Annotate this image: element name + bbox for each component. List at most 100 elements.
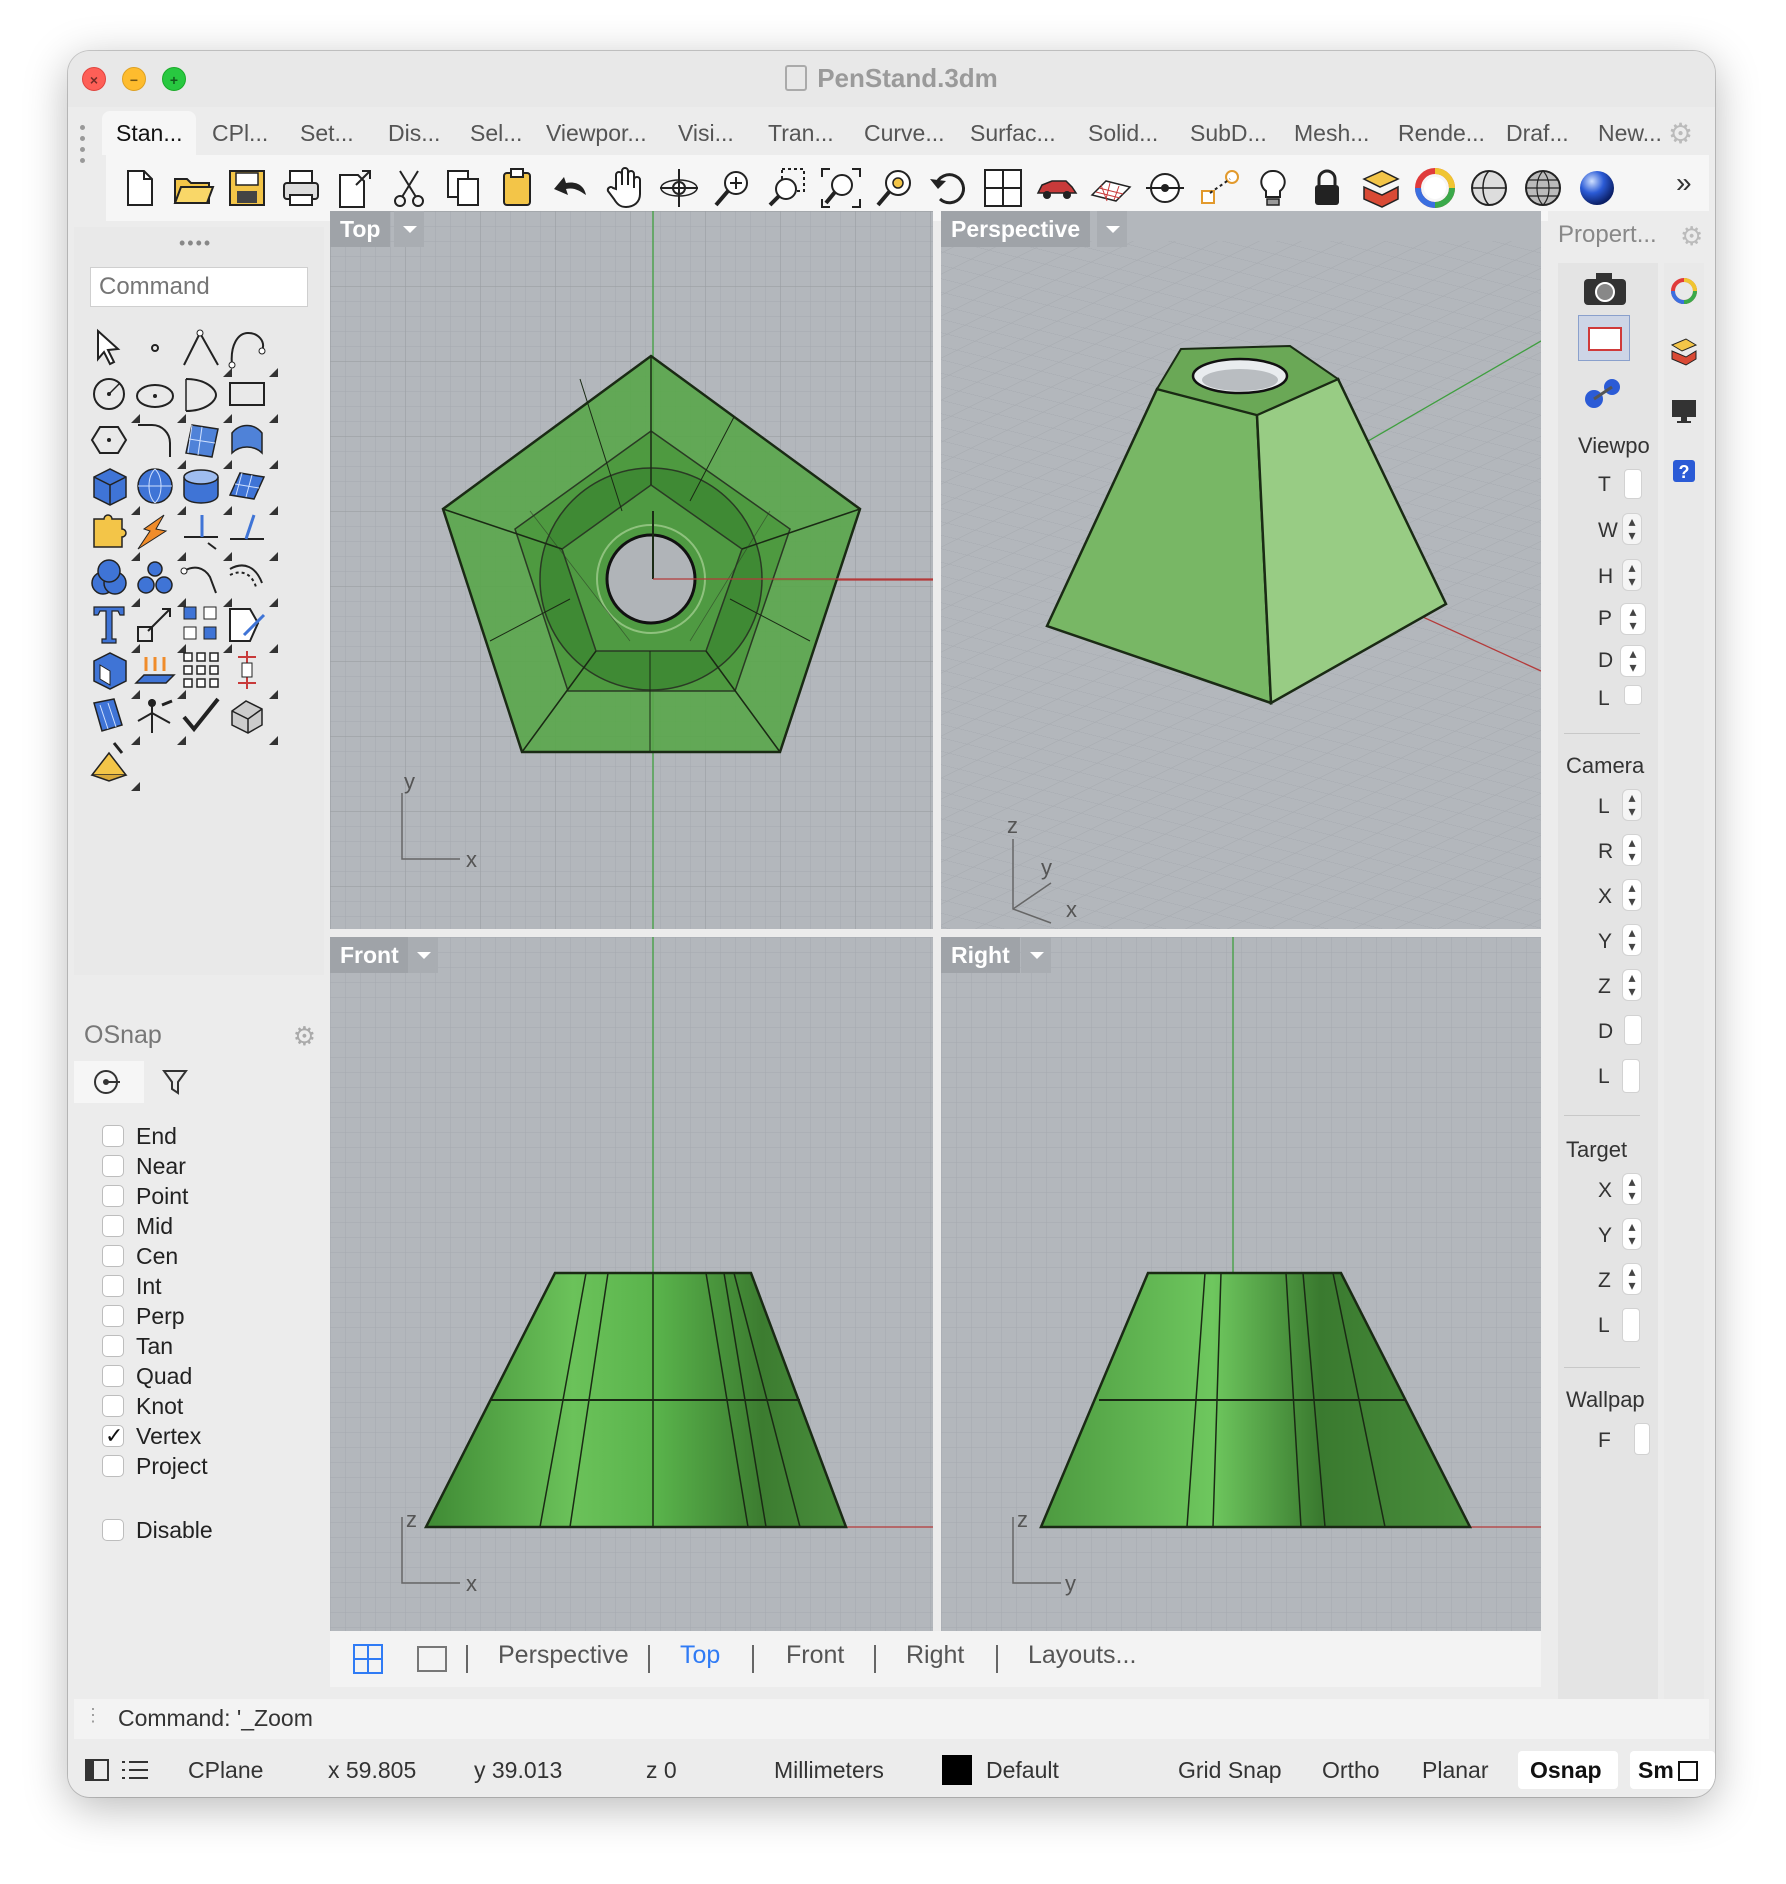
pan-hand-icon[interactable]	[602, 165, 648, 211]
grid-snap-toggle[interactable]: Grid Snap	[1178, 1757, 1282, 1784]
polygon-icon[interactable]	[86, 417, 132, 463]
fillet-icon[interactable]	[132, 417, 186, 469]
tab-cplanes[interactable]: CPl...	[212, 111, 268, 155]
polyline-icon[interactable]	[178, 325, 232, 377]
tab-subd-tools[interactable]: SubD...	[1190, 111, 1267, 155]
help-icon[interactable]: ?	[1668, 455, 1700, 487]
status-layer[interactable]: Default	[986, 1757, 1059, 1784]
plane-surface-icon[interactable]	[224, 463, 278, 515]
viewport-width-stepper[interactable]: ▴ ▾	[1622, 513, 1642, 545]
offset-icon[interactable]	[224, 555, 278, 607]
viewport-tab-perspective[interactable]: Perspective	[498, 1641, 629, 1670]
tab-transform[interactable]: Tran...	[768, 111, 834, 155]
camera-location-button[interactable]	[1622, 1059, 1640, 1093]
display-monitor-icon[interactable]	[1668, 395, 1700, 427]
shaded-sphere-icon[interactable]	[1466, 165, 1512, 211]
viewport-title-front[interactable]: Front	[330, 937, 409, 973]
tab-mesh-tools[interactable]: Mesh...	[1294, 111, 1369, 155]
copy-icon[interactable]	[440, 165, 486, 211]
planar-toggle[interactable]: Planar	[1422, 1757, 1488, 1784]
display-mode-select[interactable]: ▴ ▾	[1620, 645, 1646, 677]
boolean-union-icon[interactable]	[86, 555, 140, 607]
four-viewport-layout-icon[interactable]	[350, 1641, 386, 1677]
tab-viewport-layout[interactable]: Viewpor...	[546, 111, 647, 155]
rotate-view-icon[interactable]	[656, 165, 702, 211]
viewport-tab-right[interactable]: Right	[906, 1641, 964, 1670]
projection-select[interactable]: ▴ ▾	[1620, 603, 1646, 635]
wireframe-sphere-icon[interactable]	[1520, 165, 1566, 211]
split-icon[interactable]	[224, 509, 278, 561]
toggle-panel-icon[interactable]	[84, 1757, 110, 1783]
scale-icon[interactable]	[132, 601, 186, 653]
zoom-selected-icon[interactable]	[872, 165, 918, 211]
tab-select[interactable]: Sel...	[470, 111, 522, 155]
osnap-toggle[interactable]: Osnap	[1530, 1757, 1602, 1784]
rectangle-icon[interactable]	[224, 371, 278, 423]
dimension-icon[interactable]	[224, 647, 278, 699]
extend-icon[interactable]	[178, 555, 232, 607]
plane-grid-icon[interactable]	[1088, 165, 1134, 211]
trim-icon[interactable]	[178, 509, 232, 561]
tab-curve-tools[interactable]: Curve...	[864, 111, 945, 155]
save-icon[interactable]	[224, 165, 270, 211]
viewport-title-field[interactable]	[1624, 469, 1642, 499]
surface-icon[interactable]	[178, 417, 232, 469]
tab-surface-tools[interactable]: Surfac...	[970, 111, 1056, 155]
viewport-perspective[interactable]: z y x Perspective	[941, 211, 1541, 929]
command-grip-handle[interactable]: ⋮	[84, 1705, 102, 1726]
mesh-icon[interactable]	[224, 693, 278, 745]
light-bulb-icon[interactable]	[1250, 165, 1296, 211]
circle-icon[interactable]	[86, 371, 140, 423]
tab-standard[interactable]: Stan...	[102, 111, 197, 155]
camera-z-stepper[interactable]: ▴ ▾	[1622, 969, 1642, 1001]
viewport-title-right[interactable]: Right	[941, 937, 1020, 973]
object-snap-icon[interactable]	[1196, 165, 1242, 211]
box-icon[interactable]	[86, 463, 140, 515]
point-icon[interactable]	[132, 325, 178, 371]
array-icon[interactable]	[178, 601, 232, 653]
camera-lens-stepper[interactable]: ▴ ▾	[1622, 789, 1642, 821]
grid-array-icon[interactable]	[178, 647, 224, 693]
cut-icon[interactable]	[386, 165, 432, 211]
target-location-button[interactable]	[1622, 1308, 1640, 1342]
osnap-gear-icon[interactable]: ⚙	[293, 1021, 316, 1052]
viewport-top[interactable]: y x Top	[330, 211, 933, 929]
panel-grip-handle[interactable]: ••••	[179, 233, 212, 254]
status-units[interactable]: Millimeters	[774, 1757, 884, 1784]
viewport-menu-right[interactable]	[1021, 937, 1051, 973]
extrude-icon[interactable]	[132, 647, 186, 699]
undo-view-icon[interactable]	[926, 165, 972, 211]
sphere-icon[interactable]	[132, 463, 186, 515]
undo-icon[interactable]	[548, 165, 594, 211]
select-arrow-icon[interactable]	[86, 325, 132, 371]
layers-icon[interactable]	[1668, 335, 1700, 367]
list-menu-icon[interactable]	[120, 1757, 150, 1783]
layer-color-swatch[interactable]	[942, 1755, 972, 1785]
tab-drafting[interactable]: Draf...	[1506, 111, 1569, 155]
viewport-height-stepper[interactable]: ▴ ▾	[1622, 559, 1642, 591]
viewport-tab-layouts[interactable]: Layouts...	[1028, 1641, 1136, 1670]
toolbar-more-icon[interactable]: »	[1676, 167, 1692, 199]
tab-visibility[interactable]: Visi...	[678, 111, 734, 155]
status-cplane[interactable]: CPlane	[188, 1757, 263, 1784]
paste-icon[interactable]	[494, 165, 540, 211]
gumball-icon[interactable]	[132, 693, 186, 745]
target-y-stepper[interactable]: ▴ ▾	[1622, 1218, 1642, 1250]
viewport-object-icon[interactable]	[1578, 315, 1630, 361]
osnap-tab-snaps[interactable]	[74, 1061, 144, 1103]
tab-solid-tools[interactable]: Solid...	[1088, 111, 1158, 155]
ortho-toggle[interactable]: Ortho	[1322, 1757, 1380, 1784]
tab-set-view[interactable]: Set...	[300, 111, 354, 155]
target-x-stepper[interactable]: ▴ ▾	[1622, 1173, 1642, 1205]
open-folder-icon[interactable]	[170, 165, 216, 211]
render-objects-icon[interactable]	[1580, 369, 1630, 415]
properties-gear-icon[interactable]: ⚙	[1680, 221, 1703, 252]
camera-distance-field[interactable]	[1624, 1015, 1642, 1045]
wallpaper-file-field[interactable]	[1634, 1423, 1650, 1455]
viewport-menu-perspective[interactable]	[1097, 211, 1127, 247]
viewport-title-top[interactable]: Top	[330, 211, 391, 247]
color-wheel-icon[interactable]	[1412, 165, 1458, 211]
render-sphere-icon[interactable]	[1574, 165, 1620, 211]
layers-icon[interactable]	[1358, 165, 1404, 211]
zoom-extents-icon[interactable]	[818, 165, 864, 211]
